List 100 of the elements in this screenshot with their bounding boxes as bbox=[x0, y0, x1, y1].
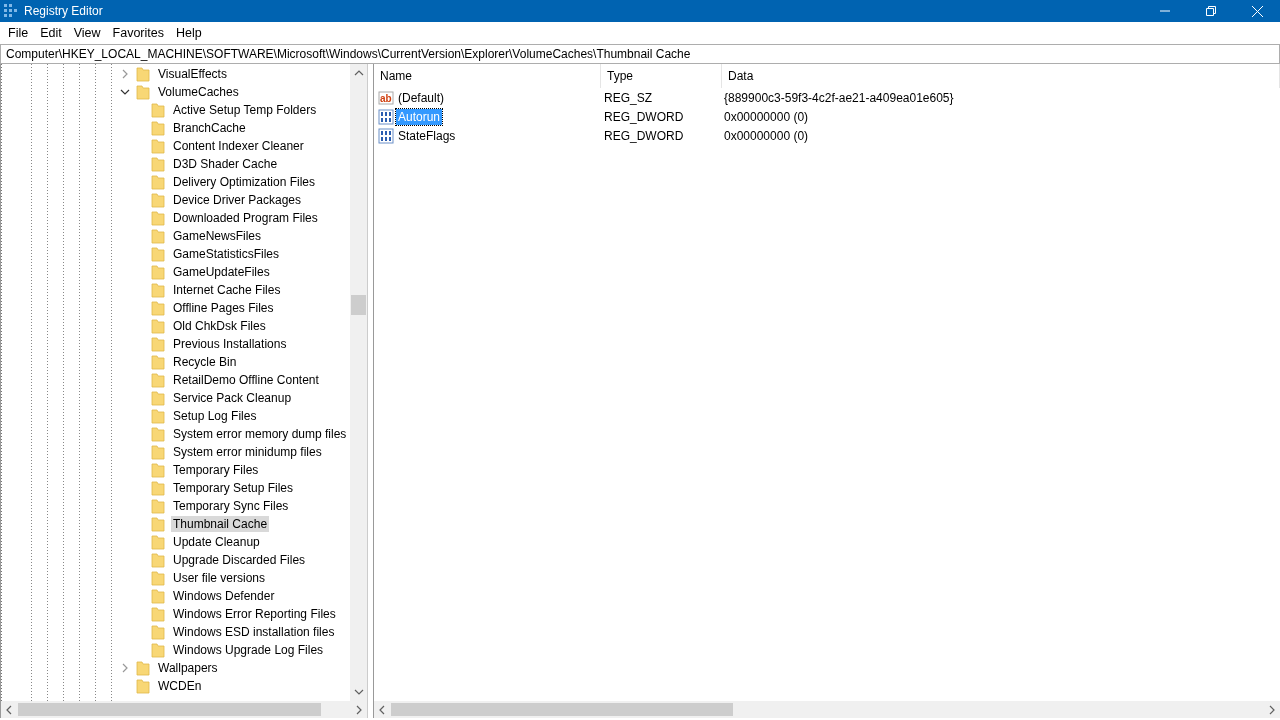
folder-icon bbox=[151, 174, 165, 190]
folder-icon bbox=[151, 354, 165, 370]
folder-icon bbox=[151, 426, 165, 442]
menu-item[interactable]: Favorites bbox=[106, 26, 170, 40]
folder-icon bbox=[151, 444, 165, 460]
tree-item[interactable]: Old ChkDsk Files bbox=[171, 318, 268, 334]
tree-item[interactable]: Windows ESD installation files bbox=[171, 624, 337, 640]
menu-item[interactable]: Edit bbox=[34, 26, 68, 40]
folder-icon bbox=[151, 228, 165, 244]
tree-item[interactable]: Internet Cache Files bbox=[171, 282, 283, 298]
tree-item[interactable]: Device Driver Packages bbox=[171, 192, 304, 208]
folder-icon bbox=[151, 192, 165, 208]
folder-icon bbox=[151, 570, 165, 586]
tree-item[interactable]: Offline Pages Files bbox=[171, 300, 276, 316]
tree-item[interactable]: Upgrade Discarded Files bbox=[171, 552, 308, 568]
menu-item[interactable]: File bbox=[2, 26, 35, 40]
folder-icon bbox=[151, 534, 165, 550]
horizontal-scrollbar[interactable] bbox=[374, 701, 1280, 718]
tree-item[interactable]: Active Setup Temp Folders bbox=[171, 102, 319, 118]
folder-icon bbox=[151, 372, 165, 388]
address-bar[interactable]: Computer\HKEY_LOCAL_MACHINE\SOFTWARE\Microsoft\Windows\CurrentVersion\Explorer\VolumeCaches\Thumbnail Cache bbox=[0, 44, 1280, 64]
tree-item[interactable]: Service Pack Cleanup bbox=[171, 390, 294, 406]
folder-icon bbox=[151, 498, 165, 514]
tree-item[interactable]: WCDEn bbox=[156, 678, 204, 694]
value-name[interactable]: StateFlags bbox=[396, 127, 458, 144]
scrollbar-thumb[interactable] bbox=[18, 703, 321, 716]
folder-icon bbox=[151, 336, 165, 352]
value-data: 0x00000000 (0) bbox=[723, 109, 810, 124]
value-type: REG_DWORD bbox=[603, 109, 685, 124]
tree-item[interactable]: GameStatisticsFiles bbox=[171, 246, 282, 262]
folder-icon bbox=[151, 606, 165, 622]
app-icon bbox=[4, 4, 18, 18]
tree-item[interactable]: Thumbnail Cache bbox=[171, 516, 270, 532]
column-header[interactable]: Type bbox=[601, 64, 722, 88]
folder-icon bbox=[136, 660, 150, 676]
vertical-scrollbar[interactable] bbox=[350, 64, 367, 701]
folder-icon bbox=[151, 588, 165, 604]
column-header[interactable]: Data bbox=[722, 64, 1280, 88]
scroll-up-icon[interactable] bbox=[353, 68, 364, 78]
tree-item[interactable]: Wallpapers bbox=[156, 660, 220, 676]
folder-icon bbox=[151, 138, 165, 154]
tree-item[interactable]: D3D Shader Cache bbox=[171, 156, 280, 172]
folder-icon bbox=[151, 642, 165, 658]
tree-item[interactable]: System error memory dump files bbox=[171, 426, 349, 442]
value-data: 0x00000000 (0) bbox=[723, 128, 810, 143]
value-data: {889900c3-59f3-4c2f-ae21-a409ea01e605} bbox=[723, 90, 955, 105]
folder-icon bbox=[151, 120, 165, 136]
tree-item[interactable]: Recycle Bin bbox=[171, 354, 239, 370]
menu-item[interactable]: Help bbox=[170, 26, 208, 40]
value-type: REG_DWORD bbox=[603, 128, 685, 143]
folder-icon bbox=[151, 282, 165, 298]
folder-icon bbox=[151, 300, 165, 316]
tree-item[interactable]: Content Indexer Cleaner bbox=[171, 138, 306, 154]
tree-item[interactable]: Downloaded Program Files bbox=[171, 210, 320, 226]
tree-item[interactable]: Temporary Files bbox=[171, 462, 261, 478]
tree-item[interactable]: Delivery Optimization Files bbox=[171, 174, 318, 190]
tree-item[interactable]: VisualEffects bbox=[156, 66, 229, 82]
folder-icon bbox=[151, 390, 165, 406]
binary-value-icon bbox=[378, 108, 394, 125]
value-type: REG_SZ bbox=[603, 90, 653, 105]
folder-icon bbox=[151, 318, 165, 334]
tree-item[interactable]: Temporary Sync Files bbox=[171, 498, 291, 514]
tree-item[interactable]: User file versions bbox=[171, 570, 268, 586]
folder-icon bbox=[151, 210, 165, 226]
horizontal-scrollbar[interactable] bbox=[1, 701, 367, 718]
folder-icon bbox=[151, 264, 165, 280]
scrollbar-thumb[interactable] bbox=[351, 295, 366, 315]
menu-item[interactable]: View bbox=[67, 26, 107, 40]
tree-item[interactable]: GameUpdateFiles bbox=[171, 264, 272, 280]
restore-icon bbox=[1206, 6, 1216, 16]
scrollbar-thumb[interactable] bbox=[391, 703, 733, 716]
tree-item[interactable]: Previous Installations bbox=[171, 336, 289, 352]
value-name[interactable]: (Default) bbox=[396, 89, 446, 106]
tree-item[interactable]: RetailDemo Offline Content bbox=[171, 372, 321, 388]
string-value-icon: ab bbox=[378, 89, 394, 106]
tree-item[interactable]: BranchCache bbox=[171, 120, 248, 136]
tree-item[interactable]: Setup Log Files bbox=[171, 408, 259, 424]
folder-icon bbox=[151, 552, 165, 568]
tree-item[interactable]: Temporary Setup Files bbox=[171, 480, 296, 496]
folder-icon bbox=[151, 480, 165, 496]
tree-item[interactable]: Update Cleanup bbox=[171, 534, 262, 550]
tree-item[interactable]: Windows Defender bbox=[171, 588, 277, 604]
tree-item[interactable]: GameNewsFiles bbox=[171, 228, 264, 244]
tree-item[interactable]: System error minidump files bbox=[171, 444, 324, 460]
column-header[interactable]: Name bbox=[374, 64, 601, 88]
folder-icon bbox=[136, 678, 150, 694]
folder-icon bbox=[136, 66, 150, 82]
binary-value-icon bbox=[378, 127, 394, 144]
folder-icon bbox=[151, 246, 165, 262]
folder-icon bbox=[151, 408, 165, 424]
folder-icon bbox=[151, 516, 165, 532]
close-icon bbox=[1251, 5, 1263, 17]
folder-icon bbox=[136, 84, 150, 100]
tree-item[interactable]: Windows Error Reporting Files bbox=[171, 606, 338, 622]
window-title: Registry Editor bbox=[24, 4, 104, 18]
folder-icon bbox=[151, 156, 165, 172]
folder-icon bbox=[151, 102, 165, 118]
tree-item[interactable]: VolumeCaches bbox=[156, 84, 241, 100]
tree-item[interactable]: Windows Upgrade Log Files bbox=[171, 642, 326, 658]
scroll-down-icon[interactable] bbox=[353, 687, 364, 697]
